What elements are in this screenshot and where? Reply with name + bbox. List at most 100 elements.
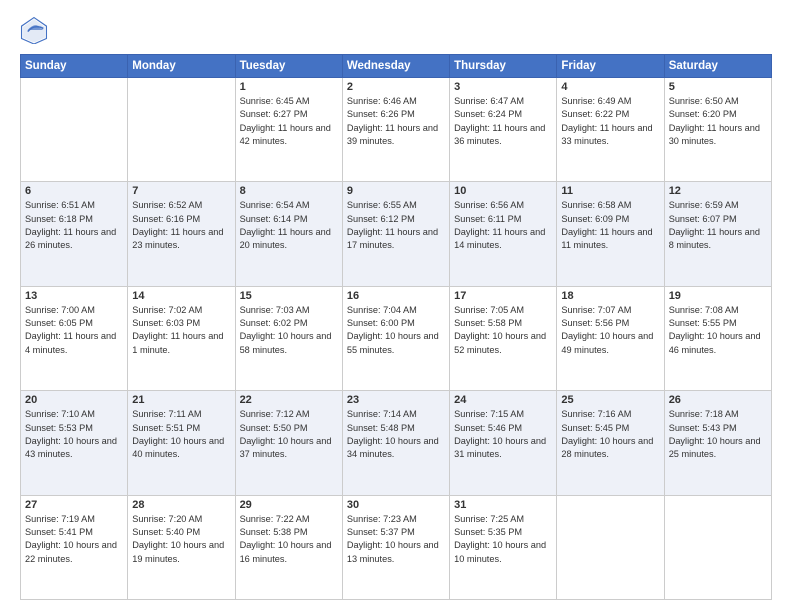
day-info: Sunrise: 7:19 AM Sunset: 5:41 PM Dayligh…: [25, 513, 123, 566]
day-number: 15: [240, 290, 338, 302]
day-of-week-header: Wednesday: [342, 55, 449, 78]
calendar-cell: 16 Sunrise: 7:04 AM Sunset: 6:00 PM Dayli…: [342, 286, 449, 390]
day-number: 25: [561, 394, 659, 406]
calendar-cell: 17 Sunrise: 7:05 AM Sunset: 5:58 PM Dayli…: [450, 286, 557, 390]
day-number: 27: [25, 499, 123, 511]
day-info: Sunrise: 7:00 AM Sunset: 6:05 PM Dayligh…: [25, 304, 123, 357]
calendar-week-row: 13 Sunrise: 7:00 AM Sunset: 6:05 PM Dayli…: [21, 286, 772, 390]
calendar-cell: 6 Sunrise: 6:51 AM Sunset: 6:18 PM Daylig…: [21, 182, 128, 286]
calendar-week-row: 6 Sunrise: 6:51 AM Sunset: 6:18 PM Daylig…: [21, 182, 772, 286]
calendar-cell: [664, 495, 771, 599]
calendar-cell: 10 Sunrise: 6:56 AM Sunset: 6:11 PM Dayli…: [450, 182, 557, 286]
calendar-cell: 25 Sunrise: 7:16 AM Sunset: 5:45 PM Dayli…: [557, 391, 664, 495]
day-number: 8: [240, 185, 338, 197]
day-info: Sunrise: 7:12 AM Sunset: 5:50 PM Dayligh…: [240, 408, 338, 461]
calendar-cell: 27 Sunrise: 7:19 AM Sunset: 5:41 PM Dayli…: [21, 495, 128, 599]
day-info: Sunrise: 6:54 AM Sunset: 6:14 PM Dayligh…: [240, 199, 338, 252]
day-number: 7: [132, 185, 230, 197]
logo-icon: [20, 16, 48, 44]
day-info: Sunrise: 7:22 AM Sunset: 5:38 PM Dayligh…: [240, 513, 338, 566]
day-info: Sunrise: 6:46 AM Sunset: 6:26 PM Dayligh…: [347, 95, 445, 148]
calendar-cell: 21 Sunrise: 7:11 AM Sunset: 5:51 PM Dayli…: [128, 391, 235, 495]
day-number: 19: [669, 290, 767, 302]
calendar-cell: [557, 495, 664, 599]
day-info: Sunrise: 6:58 AM Sunset: 6:09 PM Dayligh…: [561, 199, 659, 252]
calendar-cell: 15 Sunrise: 7:03 AM Sunset: 6:02 PM Dayli…: [235, 286, 342, 390]
day-number: 12: [669, 185, 767, 197]
calendar-cell: 29Sunrise: 7:22 AM Sunset: 5:38 PM Dayli…: [235, 495, 342, 599]
day-info: Sunrise: 7:20 AM Sunset: 5:40 PM Dayligh…: [132, 513, 230, 566]
day-number: 6: [25, 185, 123, 197]
day-info: Sunrise: 7:05 AM Sunset: 5:58 PM Dayligh…: [454, 304, 552, 357]
calendar-cell: 28 Sunrise: 7:20 AM Sunset: 5:40 PM Dayli…: [128, 495, 235, 599]
day-number: 14: [132, 290, 230, 302]
calendar-header-row: SundayMondayTuesdayWednesdayThursdayFrid…: [21, 55, 772, 78]
calendar-cell: 23 Sunrise: 7:14 AM Sunset: 5:48 PM Dayli…: [342, 391, 449, 495]
day-info: Sunrise: 7:14 AM Sunset: 5:48 PM Dayligh…: [347, 408, 445, 461]
header: [20, 16, 772, 44]
calendar-cell: 4 Sunrise: 6:49 AM Sunset: 6:22 PM Daylig…: [557, 78, 664, 182]
logo: [20, 16, 52, 44]
calendar-cell: 30 Sunrise: 7:23 AM Sunset: 5:37 PM Dayli…: [342, 495, 449, 599]
calendar-cell: 24 Sunrise: 7:15 AM Sunset: 5:46 PM Dayli…: [450, 391, 557, 495]
calendar-cell: 31Sunrise: 7:25 AM Sunset: 5:35 PM Dayli…: [450, 495, 557, 599]
day-number: 2: [347, 81, 445, 93]
calendar-cell: 12 Sunrise: 6:59 AM Sunset: 6:07 PM Dayli…: [664, 182, 771, 286]
day-info: Sunrise: 7:15 AM Sunset: 5:46 PM Dayligh…: [454, 408, 552, 461]
day-info: Sunrise: 6:45 AM Sunset: 6:27 PM Dayligh…: [240, 95, 338, 148]
calendar-cell: 14Sunrise: 7:02 AM Sunset: 6:03 PM Dayli…: [128, 286, 235, 390]
calendar-cell: 1 Sunrise: 6:45 AM Sunset: 6:27 PM Daylig…: [235, 78, 342, 182]
calendar-cell: 20 Sunrise: 7:10 AM Sunset: 5:53 PM Dayli…: [21, 391, 128, 495]
day-number: 21: [132, 394, 230, 406]
day-number: 23: [347, 394, 445, 406]
day-info: Sunrise: 7:10 AM Sunset: 5:53 PM Dayligh…: [25, 408, 123, 461]
day-number: 28: [132, 499, 230, 511]
day-number: 9: [347, 185, 445, 197]
day-of-week-header: Saturday: [664, 55, 771, 78]
day-of-week-header: Thursday: [450, 55, 557, 78]
calendar-table: SundayMondayTuesdayWednesdayThursdayFrid…: [20, 54, 772, 600]
day-of-week-header: Friday: [557, 55, 664, 78]
day-number: 10: [454, 185, 552, 197]
day-info: Sunrise: 7:23 AM Sunset: 5:37 PM Dayligh…: [347, 513, 445, 566]
day-number: 5: [669, 81, 767, 93]
day-info: Sunrise: 6:49 AM Sunset: 6:22 PM Dayligh…: [561, 95, 659, 148]
calendar-cell: 8 Sunrise: 6:54 AM Sunset: 6:14 PM Daylig…: [235, 182, 342, 286]
day-info: Sunrise: 7:08 AM Sunset: 5:55 PM Dayligh…: [669, 304, 767, 357]
day-info: Sunrise: 7:07 AM Sunset: 5:56 PM Dayligh…: [561, 304, 659, 357]
day-info: Sunrise: 6:52 AM Sunset: 6:16 PM Dayligh…: [132, 199, 230, 252]
calendar-week-row: 20 Sunrise: 7:10 AM Sunset: 5:53 PM Dayli…: [21, 391, 772, 495]
day-info: Sunrise: 6:55 AM Sunset: 6:12 PM Dayligh…: [347, 199, 445, 252]
calendar-cell: 22 Sunrise: 7:12 AM Sunset: 5:50 PM Dayli…: [235, 391, 342, 495]
day-of-week-header: Tuesday: [235, 55, 342, 78]
calendar-cell: 2 Sunrise: 6:46 AM Sunset: 6:26 PM Daylig…: [342, 78, 449, 182]
day-info: Sunrise: 7:16 AM Sunset: 5:45 PM Dayligh…: [561, 408, 659, 461]
day-info: Sunrise: 7:11 AM Sunset: 5:51 PM Dayligh…: [132, 408, 230, 461]
day-number: 30: [347, 499, 445, 511]
day-info: Sunrise: 6:56 AM Sunset: 6:11 PM Dayligh…: [454, 199, 552, 252]
calendar-cell: 19 Sunrise: 7:08 AM Sunset: 5:55 PM Dayli…: [664, 286, 771, 390]
day-number: 3: [454, 81, 552, 93]
day-number: 22: [240, 394, 338, 406]
day-info: Sunrise: 7:03 AM Sunset: 6:02 PM Dayligh…: [240, 304, 338, 357]
day-number: 13: [25, 290, 123, 302]
day-number: 1: [240, 81, 338, 93]
calendar-cell: 3Sunrise: 6:47 AM Sunset: 6:24 PM Daylig…: [450, 78, 557, 182]
calendar-cell: 9 Sunrise: 6:55 AM Sunset: 6:12 PM Daylig…: [342, 182, 449, 286]
day-number: 24: [454, 394, 552, 406]
day-number: 17: [454, 290, 552, 302]
calendar-cell: 11Sunrise: 6:58 AM Sunset: 6:09 PM Dayli…: [557, 182, 664, 286]
calendar-cell: [128, 78, 235, 182]
day-of-week-header: Monday: [128, 55, 235, 78]
day-info: Sunrise: 6:51 AM Sunset: 6:18 PM Dayligh…: [25, 199, 123, 252]
day-number: 20: [25, 394, 123, 406]
calendar-cell: 13 Sunrise: 7:00 AM Sunset: 6:05 PM Dayli…: [21, 286, 128, 390]
day-number: 4: [561, 81, 659, 93]
day-info: Sunrise: 7:04 AM Sunset: 6:00 PM Dayligh…: [347, 304, 445, 357]
day-info: Sunrise: 6:59 AM Sunset: 6:07 PM Dayligh…: [669, 199, 767, 252]
calendar-week-row: 27 Sunrise: 7:19 AM Sunset: 5:41 PM Dayli…: [21, 495, 772, 599]
day-number: 31: [454, 499, 552, 511]
page: SundayMondayTuesdayWednesdayThursdayFrid…: [0, 0, 792, 612]
day-number: 16: [347, 290, 445, 302]
calendar-cell: [21, 78, 128, 182]
